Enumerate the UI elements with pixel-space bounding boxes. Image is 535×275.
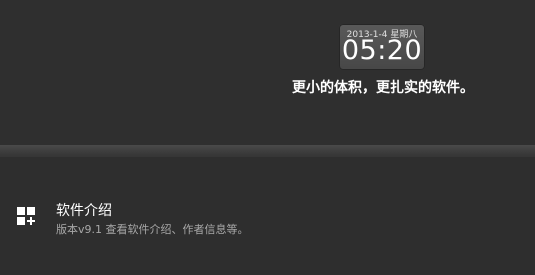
clock-time: 05:20 — [341, 35, 423, 66]
header-panel: 2013-1-4 星期八 05:20 更小的体积，更扎实的软件。 — [0, 0, 535, 145]
menu-item-title: 软件介绍 — [56, 203, 112, 219]
menu-item-subtitle: 版本v9.1 查看软件介绍、作者信息等。 — [56, 223, 249, 236]
slogan-text: 更小的体积，更扎实的软件。 — [292, 80, 474, 96]
apps-icon — [17, 207, 37, 227]
clock-widget: 2013-1-4 星期八 05:20 — [339, 24, 425, 70]
menu-item-about[interactable]: 软件介绍 版本v9.1 查看软件介绍、作者信息等。 — [0, 190, 535, 242]
section-divider — [0, 145, 535, 157]
